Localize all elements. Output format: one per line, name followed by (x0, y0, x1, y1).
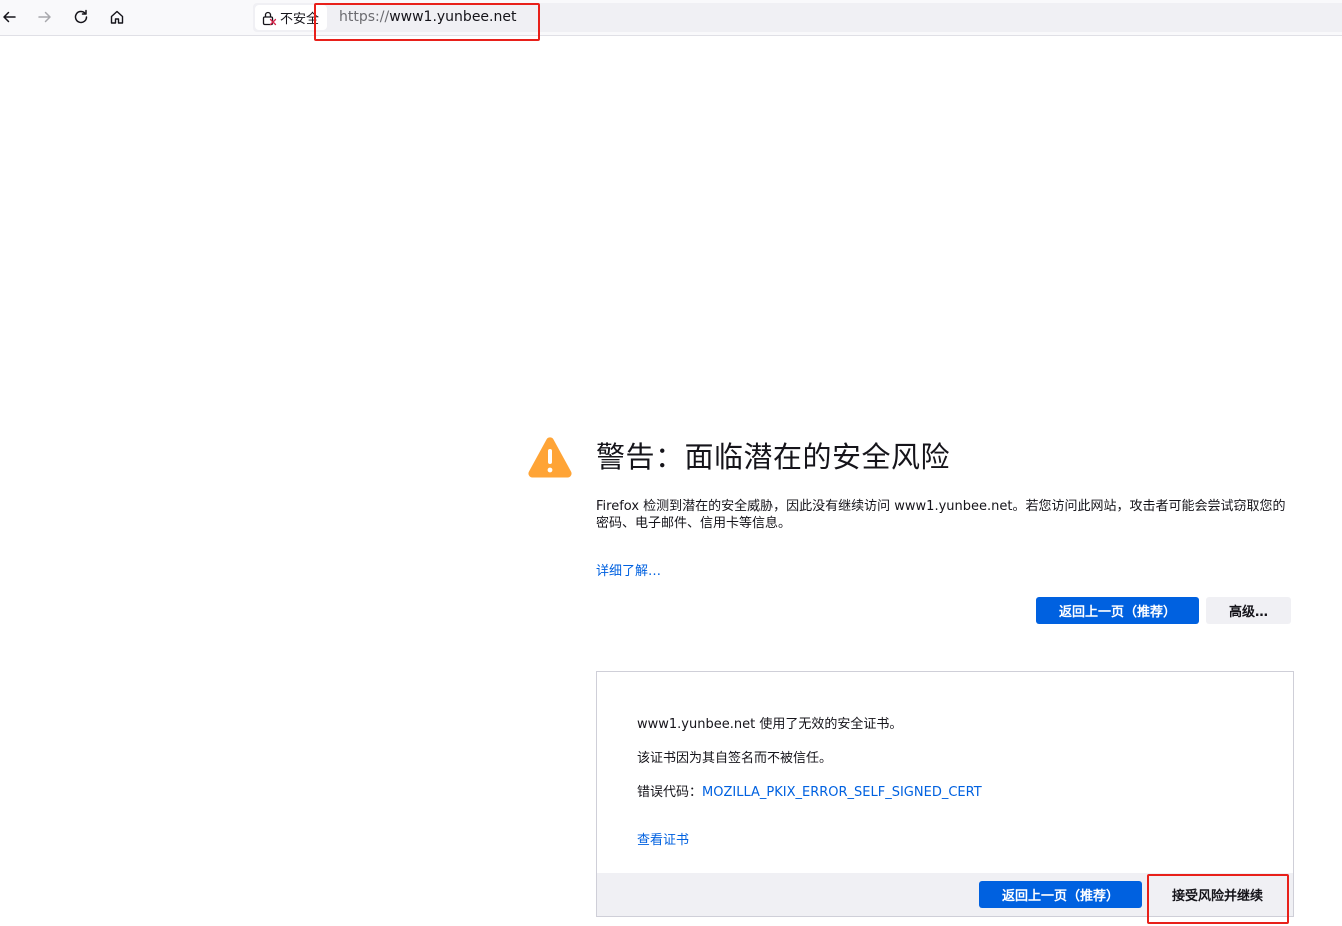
browser-toolbar: 不安全 https://www1.yunbee.net (0, 0, 1342, 36)
home-button[interactable] (104, 4, 130, 30)
accept-risk-button[interactable]: 接受风险并继续 (1152, 881, 1283, 908)
go-back-button[interactable]: 返回上一页（推荐） (1036, 597, 1199, 624)
url-text[interactable]: https://www1.yunbee.net (339, 9, 516, 25)
url-host: www1.yunbee.net (389, 9, 517, 25)
forward-arrow-icon (38, 11, 51, 23)
url-bar[interactable]: 不安全 https://www1.yunbee.net (253, 3, 1342, 32)
url-scheme: https:// (339, 9, 390, 25)
learn-more-link[interactable]: 详细了解… (596, 560, 661, 579)
home-icon (110, 10, 124, 24)
page-title: 警告：面临潜在的安全风险 (596, 440, 951, 474)
insecure-lock-icon (262, 11, 277, 25)
forward-button[interactable] (32, 4, 58, 30)
back-arrow-icon (3, 11, 16, 23)
warning-description: Firefox 检测到潜在的安全威胁，因此没有继续访问 www1.yunbee.… (596, 499, 1286, 531)
self-signed-text: 该证书因为其自签名而不被信任。 (637, 751, 833, 766)
site-identity-button[interactable]: 不安全 (255, 5, 327, 30)
warning-triangle-icon (528, 437, 572, 478)
back-button[interactable] (0, 4, 22, 30)
reload-icon (74, 9, 88, 24)
advanced-panel-footer: 返回上一页（推荐） 接受风险并继续 (597, 873, 1293, 916)
not-secure-label: 不安全 (280, 12, 320, 27)
error-code-link[interactable]: MOZILLA_PKIX_ERROR_SELF_SIGNED_CERT (702, 785, 982, 800)
error-code-row: 错误代码：MOZILLA_PKIX_ERROR_SELF_SIGNED_CERT (637, 781, 982, 800)
view-certificate-link[interactable]: 查看证书 (637, 829, 689, 848)
invalid-cert-text: www1.yunbee.net 使用了无效的安全证书。 (637, 717, 903, 732)
reload-button[interactable] (68, 4, 94, 30)
advanced-go-back-button[interactable]: 返回上一页（推荐） (979, 881, 1142, 908)
advanced-panel: www1.yunbee.net 使用了无效的安全证书。 该证书因为其自签名而不被… (596, 671, 1294, 917)
advanced-button[interactable]: 高级… (1206, 597, 1291, 624)
error-code-label: 错误代码： (637, 785, 703, 800)
